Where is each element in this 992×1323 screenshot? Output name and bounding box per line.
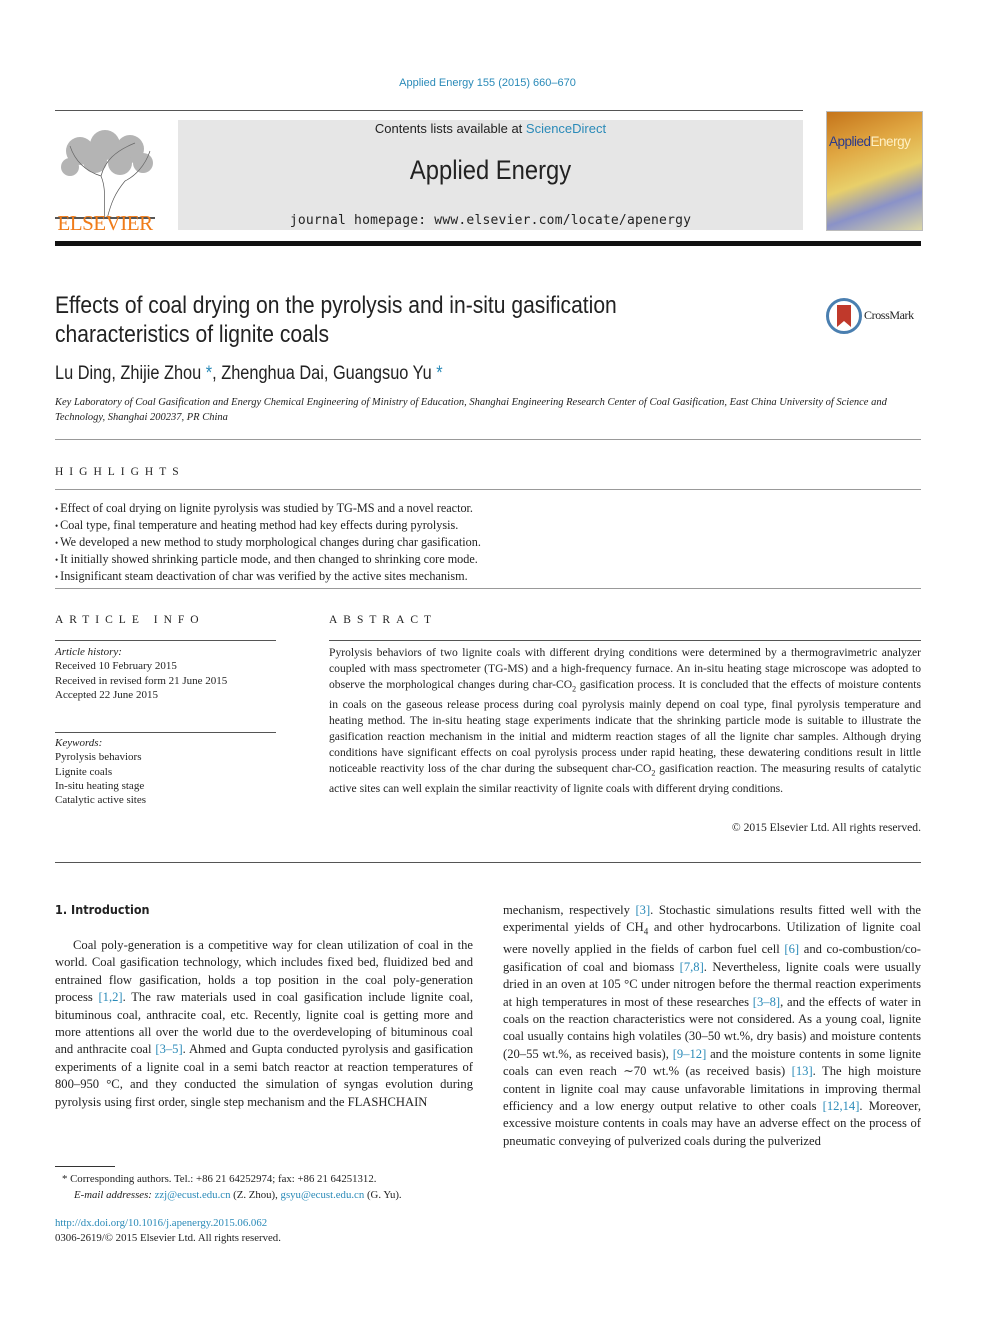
cover-title-applied: Applied — [829, 134, 871, 149]
sciencedirect-link[interactable]: ScienceDirect — [526, 121, 606, 136]
footnote-star: * — [62, 1173, 68, 1185]
header-rule — [55, 110, 803, 111]
highlight-item: It initially showed shrinking particle m… — [55, 551, 481, 568]
section-heading: 1. Introduction — [55, 902, 150, 917]
highlight-item: We developed a new method to study morph… — [55, 534, 481, 551]
citation-link[interactable]: [7,8] — [680, 960, 704, 974]
highlight-item: Coal type, final temperature and heating… — [55, 517, 481, 534]
history-item: Received in revised form 21 June 2015 — [55, 674, 228, 687]
issn-line: 0306-2619/© 2015 Elsevier Ltd. All right… — [55, 1232, 281, 1244]
journal-citation[interactable]: Applied Energy 155 (2015) 660–670 — [0, 77, 975, 89]
highlight-item: Insignificant steam deactivation of char… — [55, 568, 481, 585]
article-history-label: Article history: — [55, 646, 122, 658]
footnote-contact: Corresponding authors. Tel.: +86 21 6425… — [70, 1173, 377, 1185]
divider — [55, 640, 276, 641]
crossmark-label[interactable]: CrossMark — [864, 308, 914, 323]
keyword-item: Pyrolysis behaviors — [55, 751, 142, 764]
corresponding-author-footnote: * Corresponding authors. Tel.: +86 21 64… — [62, 1171, 402, 1203]
doi-link[interactable]: http://dx.doi.org/10.1016/j.apenergy.201… — [55, 1217, 267, 1229]
footnote-rule — [55, 1166, 115, 1167]
citation-link[interactable]: [13] — [792, 1064, 813, 1078]
crossmark-icon[interactable] — [826, 298, 862, 334]
divider — [329, 640, 921, 641]
header-thick-rule — [55, 241, 921, 246]
contents-line: Contents lists available at ScienceDirec… — [178, 121, 803, 136]
cover-title: AppliedEnergy — [829, 134, 911, 149]
authors-part-1: Lu Ding, Zhijie Zhou — [55, 363, 202, 384]
citation-link[interactable]: [3–8] — [753, 995, 780, 1009]
citation-link[interactable]: [9–12] — [673, 1047, 707, 1061]
citation-link[interactable]: [1,2] — [98, 990, 122, 1004]
corresponding-star-2[interactable]: * — [432, 363, 442, 384]
divider — [55, 732, 276, 733]
affiliation: Key Laboratory of Coal Gasification and … — [55, 397, 887, 423]
divider — [55, 862, 921, 863]
elsevier-logo-text: ELSEVIER — [57, 211, 153, 235]
keyword-item: Lignite coals — [55, 765, 113, 778]
intro-left-column: Coal poly-generation is a competitive wa… — [55, 937, 473, 1111]
contents-prefix: Contents lists available at — [374, 121, 526, 136]
corresponding-star-1[interactable]: * — [201, 363, 212, 384]
divider — [55, 439, 921, 440]
intro-right-column: mechanism, respectively [3]. Stochastic … — [503, 902, 921, 1150]
citation-link[interactable]: [6] — [784, 942, 799, 956]
journal-title: Applied Energy — [409, 155, 572, 185]
abstract-heading: ABSTRACT — [329, 614, 438, 626]
history-item: Received 10 February 2015 — [55, 660, 177, 673]
authors-part-2: , Zhenghua Dai, Guangsuo Yu — [212, 363, 432, 384]
highlight-item: Effect of coal drying on lignite pyrolys… — [55, 500, 481, 517]
text-run: mechanism, respectively — [503, 903, 636, 917]
email-label: E-mail addresses: — [74, 1189, 155, 1201]
email-owner: (G. Yu). — [364, 1189, 402, 1201]
keywords-label: Keywords: — [55, 737, 103, 749]
citation-link[interactable]: [3] — [635, 903, 650, 917]
email-link-zhou[interactable]: zzj@ecust.edu.cn — [155, 1189, 231, 1201]
divider — [55, 588, 921, 589]
author-list: Lu Ding, Zhijie Zhou *, Zhenghua Dai, Gu… — [55, 363, 443, 385]
highlights-list: Effect of coal drying on lignite pyrolys… — [55, 500, 481, 585]
doi-block: http://dx.doi.org/10.1016/j.apenergy.201… — [55, 1216, 281, 1246]
cover-title-energy: Energy — [870, 134, 911, 149]
abstract-text: Pyrolysis behaviors of two lignite coals… — [329, 645, 921, 797]
email-link-yu[interactable]: gsyu@ecust.edu.cn — [281, 1189, 365, 1201]
keyword-item: In-situ heating stage — [55, 779, 145, 792]
abstract-copyright: © 2015 Elsevier Ltd. All rights reserved… — [731, 821, 921, 834]
journal-cover-image[interactable] — [826, 111, 923, 231]
history-item: Accepted 22 June 2015 — [55, 688, 158, 701]
article-title-text: Effects of coal drying on the pyrolysis … — [55, 292, 617, 348]
highlights-heading: HIGHLIGHTS — [55, 466, 185, 478]
journal-homepage[interactable]: journal homepage: www.elsevier.com/locat… — [178, 213, 803, 228]
email-owner: (Z. Zhou), — [230, 1189, 281, 1201]
keywords: Keywords: Pyrolysis behaviors Lignite co… — [55, 736, 146, 807]
abstract-part: gasification process. It is concluded th… — [329, 677, 921, 775]
article-history: Article history: Received 10 February 20… — [55, 645, 227, 702]
divider — [55, 489, 921, 490]
citation-link[interactable]: [3–5] — [155, 1042, 182, 1056]
keyword-item: Catalytic active sites — [55, 794, 147, 807]
article-info-heading: ARTICLE INFO — [55, 614, 205, 626]
citation-link[interactable]: [12,14] — [823, 1099, 860, 1113]
article-title: Effects of coal drying on the pyrolysis … — [55, 291, 760, 349]
